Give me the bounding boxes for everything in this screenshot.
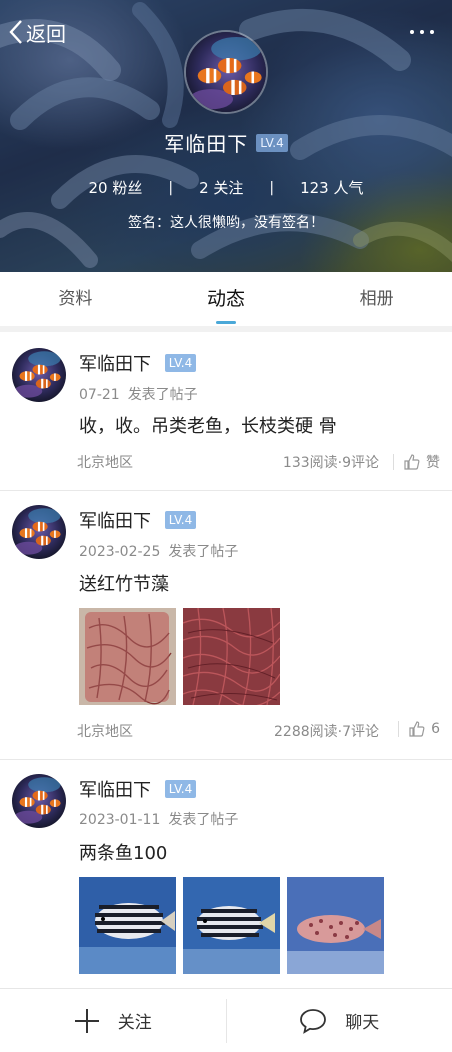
post-author-avatar[interactable] (12, 348, 66, 402)
clownfish-avatar-image (12, 505, 66, 559)
back-button[interactable]: 返回 (8, 16, 66, 48)
post-author-name[interactable]: 军临田下 LV.4 (79, 507, 197, 533)
post-stats: 2288阅读·7评论 (274, 724, 379, 740)
clownfish-avatar-image (12, 774, 66, 828)
thumbs-up-icon (409, 721, 425, 737)
profile-signature: 签名：这人很懒哟，没有签名！ (128, 215, 324, 231)
profile-stats: 20 粉丝 | 2 关注 | 123 人气 (0, 177, 452, 198)
post-date: 2023-02-25 (79, 544, 161, 560)
author-name: 军临田下 (79, 511, 151, 532)
follow-button[interactable]: 关注 (0, 989, 226, 1052)
profile-name-row: 军临田下 LV.4 (0, 128, 452, 157)
tab-profile-info[interactable]: 资料 (0, 272, 151, 326)
post-content[interactable]: 收，收。吊类老鱼，长枝类硬 骨 (79, 412, 337, 438)
thumbs-up-icon (404, 454, 420, 470)
level-badge: LV.4 (164, 511, 197, 529)
author-name: 军临田下 (79, 354, 151, 375)
post-author-name[interactable]: 军临田下 LV.4 (79, 350, 197, 376)
striped-sweetlips-photo-2[interactable] (183, 877, 280, 974)
chat-bubble-icon (300, 1008, 327, 1034)
red-algae-pile-photo[interactable] (183, 608, 280, 705)
fans-count[interactable]: 20 粉丝 (88, 177, 142, 198)
clownfish-avatar-image (186, 32, 266, 112)
post-content[interactable]: 两条鱼100 (79, 839, 167, 865)
spotted-grouper-photo[interactable] (287, 877, 384, 974)
post-date: 2023-01-11 (79, 812, 161, 828)
back-label: 返回 (26, 21, 66, 46)
clownfish-avatar-image (12, 348, 66, 402)
level-badge: LV.4 (164, 780, 197, 798)
post-location: 北京地区 (77, 724, 133, 740)
like-count: 6 (431, 721, 440, 737)
author-name: 军临田下 (79, 780, 151, 801)
tab-album[interactable]: 相册 (301, 272, 452, 326)
feed-post[interactable]: 军临田下 LV.4 07-21 发表了帖子 收，收。吊类老鱼，长枝类硬 骨 北京地… (0, 332, 452, 490)
post-location: 北京地区 (77, 455, 133, 471)
post-action: 发表了帖子 (127, 387, 198, 403)
level-badge: LV.4 (256, 133, 288, 152)
chevron-left-icon (9, 20, 22, 44)
red-algae-bag-photo[interactable] (79, 608, 176, 705)
level-badge: LV.4 (164, 354, 197, 372)
chat-button[interactable]: 聊天 (227, 989, 452, 1052)
chat-label: 聊天 (345, 1013, 380, 1033)
bottom-action-bar: 关注 聊天 (0, 988, 452, 1052)
post-author-avatar[interactable] (12, 505, 66, 559)
feed-post[interactable]: 军临田下 LV.4 2023-01-11 发表了帖子 两条鱼100 (0, 760, 452, 988)
post-action: 发表了帖子 (168, 544, 239, 560)
profile-avatar[interactable] (184, 30, 268, 114)
profile-banner: 返回 军临田下 LV.4 20 粉丝 | 2 关注 | 123 人气 签名：这人… (0, 0, 452, 272)
post-meta: 2023-01-11 发表了帖子 (79, 809, 238, 829)
stats-divider: | (168, 179, 174, 196)
stats-divider: | (269, 179, 275, 196)
post-image-grid (79, 608, 287, 705)
like-button[interactable]: 赞 (393, 452, 440, 472)
tab-activity[interactable]: 动态 (151, 272, 302, 326)
post-action: 发表了帖子 (168, 812, 239, 828)
post-meta: 07-21 发表了帖子 (79, 384, 198, 404)
striped-sweetlips-photo-1[interactable] (79, 877, 176, 974)
post-date: 07-21 (79, 387, 120, 403)
post-image-grid (79, 877, 391, 974)
post-author-avatar[interactable] (12, 774, 66, 828)
profile-tabs: 资料 动态 相册 (0, 272, 452, 326)
popularity-count: 123 人气 (300, 179, 364, 197)
feed-post[interactable]: 军临田下 LV.4 2023-02-25 发表了帖子 送红竹节藻 北京地区 22… (0, 491, 452, 759)
post-stats: 133阅读·9评论 (282, 455, 379, 471)
post-meta: 2023-02-25 发表了帖子 (79, 541, 238, 561)
more-dots-icon[interactable] (408, 20, 438, 44)
like-count: 赞 (426, 455, 440, 471)
follow-label: 关注 (117, 1013, 152, 1033)
profile-name: 军临田下 (164, 132, 249, 156)
plus-icon (74, 1008, 99, 1033)
like-button[interactable]: 6 (398, 721, 440, 737)
post-content[interactable]: 送红竹节藻 (79, 570, 169, 596)
post-author-name[interactable]: 军临田下 LV.4 (79, 776, 197, 802)
follows-count[interactable]: 2 关注 (199, 177, 243, 198)
